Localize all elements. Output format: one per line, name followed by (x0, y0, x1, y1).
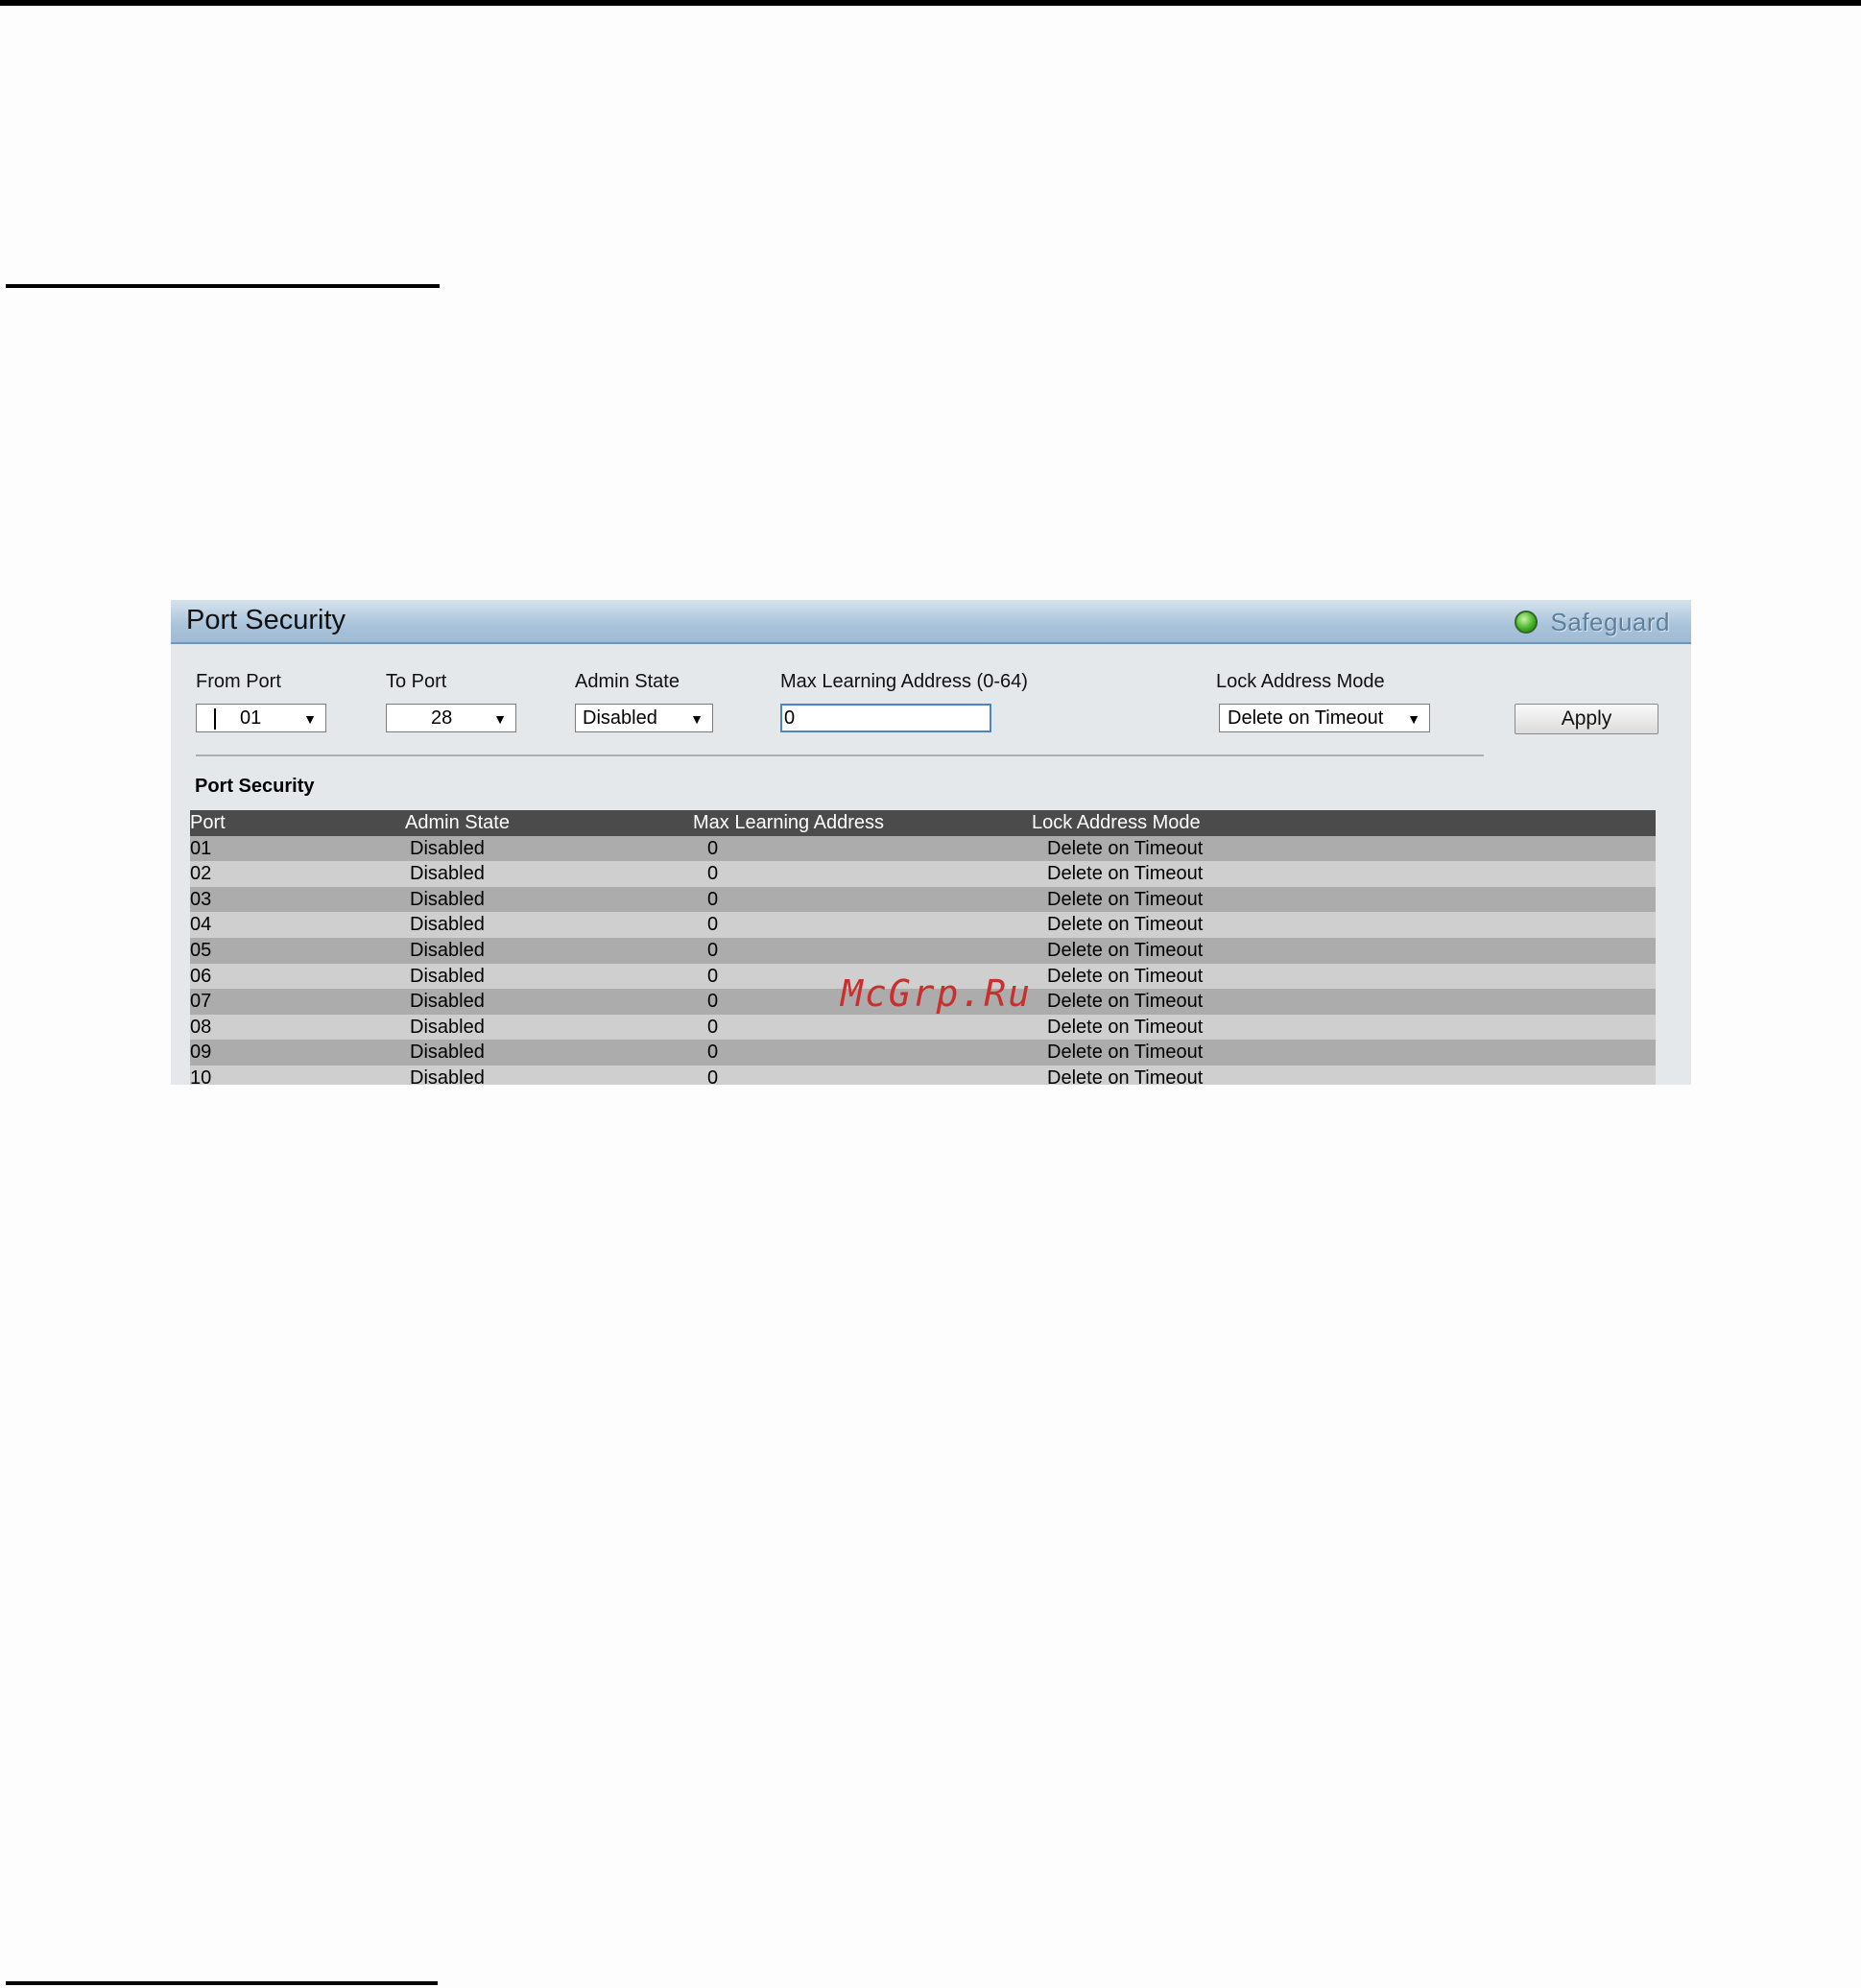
port-cell: 03 (190, 888, 212, 910)
to-port-select[interactable]: 28 ▼ (386, 704, 516, 732)
watermark: McGrp.Ru (841, 972, 1033, 1015)
admin-state-cell: Disabled (410, 939, 485, 961)
port-cell: 08 (190, 1016, 212, 1038)
lock-mode-label: Lock Address Mode (1216, 671, 1385, 692)
lock-mode-cell: Delete on Timeout (1047, 914, 1204, 936)
port-cell: 02 (190, 863, 212, 885)
max-learning-cell: 0 (707, 1016, 719, 1038)
port-cell: 10 (190, 1066, 212, 1085)
safeguard-indicator: Safeguard (1514, 607, 1670, 636)
column-header-lock-mode: Lock Address Mode (1032, 812, 1201, 833)
safeguard-label: Safeguard (1550, 607, 1670, 636)
column-header-max-learning: Max Learning Address (693, 812, 885, 833)
lock-mode-value: Delete on Timeout (1228, 707, 1384, 729)
max-learning-cell: 0 (707, 914, 719, 936)
lock-mode-cell: Delete on Timeout (1047, 991, 1204, 1013)
text-cursor (214, 708, 216, 730)
port-cell: 06 (190, 965, 212, 987)
section-rule (6, 284, 440, 288)
table-row: 05 Disabled 0 Delete on Timeout (190, 937, 1656, 964)
port-cell: 07 (190, 991, 212, 1013)
admin-state-cell: Disabled (410, 991, 485, 1013)
apply-button[interactable]: Apply (1515, 704, 1658, 734)
admin-state-cell: Disabled (410, 863, 485, 885)
max-learning-cell: 0 (707, 991, 719, 1013)
table-title: Port Security (195, 776, 315, 797)
dropdown-arrow-icon: ▼ (690, 711, 704, 727)
lock-mode-cell: Delete on Timeout (1047, 965, 1204, 987)
admin-state-cell: Disabled (410, 1016, 485, 1038)
port-cell: 05 (190, 939, 212, 961)
lock-mode-cell: Delete on Timeout (1047, 1042, 1204, 1064)
max-learning-input[interactable] (780, 704, 991, 732)
port-cell: 01 (190, 837, 212, 859)
table-row: 10 Disabled 0 Delete on Timeout (190, 1065, 1656, 1085)
max-learning-cell: 0 (707, 888, 719, 910)
lock-mode-cell: Delete on Timeout (1047, 863, 1204, 885)
port-cell: 04 (190, 914, 212, 936)
table-row: 03 Disabled 0 Delete on Timeout (190, 886, 1656, 913)
safeguard-status-icon (1514, 611, 1538, 634)
dropdown-arrow-icon: ▼ (303, 711, 317, 727)
admin-state-value: Disabled (583, 707, 657, 729)
port-cell: 09 (190, 1042, 212, 1064)
admin-state-cell: Disabled (410, 965, 485, 987)
footer-rule (6, 1981, 438, 1985)
panel-header: Port Security Safeguard (171, 600, 1691, 644)
table-row: 04 Disabled 0 Delete on Timeout (190, 912, 1656, 938)
dropdown-arrow-icon: ▼ (493, 711, 507, 727)
dropdown-arrow-icon: ▼ (1407, 711, 1420, 727)
admin-state-cell: Disabled (410, 837, 485, 859)
admin-state-select[interactable]: Disabled ▼ (575, 704, 713, 732)
table-row: 09 Disabled 0 Delete on Timeout (190, 1040, 1656, 1066)
admin-state-cell: Disabled (410, 1066, 485, 1085)
top-rule (0, 0, 1861, 6)
port-security-table: Port Admin State Max Learning Address Lo… (190, 810, 1656, 1085)
from-port-label: From Port (196, 671, 281, 692)
table-row: 08 Disabled 0 Delete on Timeout (190, 1014, 1656, 1041)
lock-mode-cell: Delete on Timeout (1047, 837, 1204, 859)
lock-mode-cell: Delete on Timeout (1047, 939, 1204, 961)
admin-state-cell: Disabled (410, 888, 485, 910)
max-learning-cell: 0 (707, 863, 719, 885)
lock-mode-cell: Delete on Timeout (1047, 888, 1204, 910)
lock-mode-select[interactable]: Delete on Timeout ▼ (1219, 704, 1430, 732)
from-port-value: 01 (240, 707, 262, 729)
lock-mode-cell: Delete on Timeout (1047, 1016, 1204, 1038)
from-port-select[interactable]: 01 ▼ (196, 704, 326, 732)
table-header: Port Admin State Max Learning Address Lo… (190, 810, 1656, 836)
max-learning-cell: 0 (707, 939, 719, 961)
to-port-label: To Port (386, 671, 447, 692)
max-learning-cell: 0 (707, 965, 719, 987)
page-title: Port Security (186, 605, 346, 635)
max-learning-label: Max Learning Address (0-64) (780, 671, 1028, 692)
table-row: 02 Disabled 0 Delete on Timeout (190, 861, 1656, 887)
admin-state-cell: Disabled (410, 1042, 485, 1064)
table-row: 01 Disabled 0 Delete on Timeout (190, 835, 1656, 862)
admin-state-cell: Disabled (410, 914, 485, 936)
lock-mode-cell: Delete on Timeout (1047, 1066, 1204, 1085)
to-port-value: 28 (431, 707, 453, 729)
column-header-port: Port (190, 812, 226, 833)
max-learning-cell: 0 (707, 1042, 719, 1064)
column-header-admin-state: Admin State (405, 812, 510, 833)
admin-state-label: Admin State (575, 671, 680, 692)
max-learning-cell: 0 (707, 837, 719, 859)
divider (196, 754, 1484, 756)
max-learning-cell: 0 (707, 1066, 719, 1085)
